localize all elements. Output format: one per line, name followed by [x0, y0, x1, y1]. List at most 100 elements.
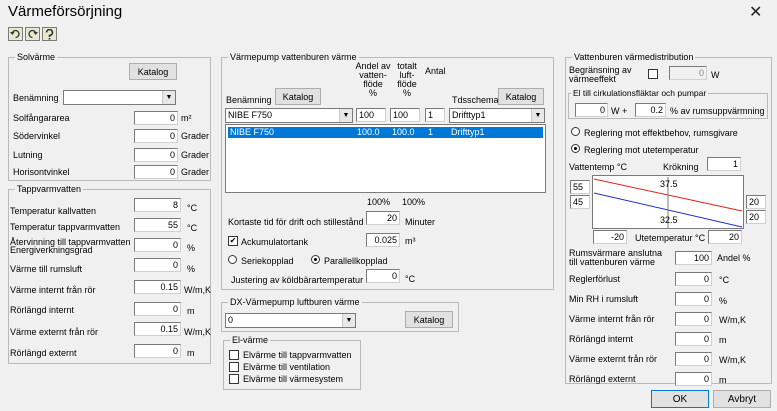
recovery-input[interactable]: 0 — [134, 238, 181, 252]
dx-select-value: 0 — [228, 315, 234, 325]
cold-water-input[interactable]: 8 — [134, 198, 181, 212]
reg-outdoor-label: Reglering mot utetemperatur — [584, 145, 699, 155]
heatpump-list[interactable]: NIBE F750 100.0 100.0 1 Drifttyp1 — [225, 124, 546, 193]
pipe-int-heat-label: Värme internt från rör — [10, 285, 96, 295]
water-share-header: Andel av vatten- flöde % — [355, 62, 391, 98]
water-share-input[interactable]: 100 — [356, 108, 386, 122]
dist-pipe-int-length-input[interactable]: 0 — [675, 332, 712, 346]
limit-checkbox[interactable] — [648, 69, 658, 79]
ok-button[interactable]: OK — [651, 390, 709, 408]
limit-label-line2: värmeeffekt — [569, 74, 616, 84]
kink-input[interactable]: 1 — [707, 157, 741, 171]
solar-catalog-button[interactable]: Katalog — [129, 63, 177, 80]
adjust-input[interactable]: 0 — [366, 269, 400, 283]
pipe-ext-length-input[interactable]: 0 — [134, 344, 181, 358]
circ-w-input[interactable]: 0 — [575, 103, 608, 117]
solar-south-input[interactable]: 0 — [134, 129, 178, 143]
dist-pipe-int-heat-unit: W/m,K — [719, 315, 746, 325]
pipe-int-length-input[interactable]: 0 — [134, 302, 181, 316]
radiator-label-line2: till vattenburen värme — [569, 257, 656, 267]
dx-catalog-button[interactable]: Katalog — [405, 311, 453, 328]
solar-name-select[interactable]: ▼ — [63, 90, 176, 105]
short-time-label: Kortaste tid för drift och stillestånd — [228, 217, 364, 227]
heatpump-catalog-button[interactable]: Katalog — [275, 88, 321, 105]
dist-pipe-ext-heat-input[interactable]: 0 — [675, 352, 712, 366]
heatpump-name-select[interactable]: NIBE F750 ▼ — [225, 108, 353, 123]
close-icon[interactable]: ✕ — [749, 2, 762, 22]
short-time-unit: Minuter — [405, 217, 436, 227]
solar-area-input[interactable]: 0 — [134, 111, 178, 125]
outdoor-min-input[interactable]: -20 — [593, 230, 627, 244]
undo-icon[interactable] — [8, 27, 23, 41]
electric-title: El-värme — [230, 335, 271, 345]
reg-loss-input[interactable]: 0 — [675, 272, 712, 286]
hot-water-label: Temperatur tappvarmvatten — [10, 222, 121, 232]
tank-input[interactable]: 0.025 — [366, 233, 400, 247]
solar-area-unit: m² — [181, 113, 192, 123]
heat-to-air-input[interactable]: 0 — [134, 258, 181, 272]
limit-unit: W — [711, 70, 720, 80]
pipe-ext-heat-label: Värme externt från rör — [10, 327, 99, 337]
solar-title: Solvärme — [15, 52, 58, 62]
return-mid-label: 32.5 — [660, 215, 678, 225]
air-share-header-line4: % — [402, 88, 411, 98]
electric-heating-checkbox[interactable] — [229, 374, 239, 384]
supply-max-input[interactable]: 55 — [570, 180, 590, 194]
help-icon[interactable] — [42, 27, 57, 41]
hot-water-input[interactable]: 55 — [134, 218, 181, 232]
serial-label: Seriekopplad — [241, 256, 294, 266]
dist-pipe-int-length-label: Rörlängd internt — [569, 334, 634, 344]
air-share-input[interactable]: 100 — [390, 108, 420, 122]
outdoor-max-input[interactable]: 20 — [708, 230, 742, 244]
water-share-header-line4: % — [368, 88, 377, 98]
dist-pipe-ext-length-input[interactable]: 0 — [675, 372, 712, 386]
serial-radio[interactable] — [228, 255, 237, 264]
radiator-input[interactable]: 100 — [675, 251, 712, 265]
parallel-label: Parallellkopplad — [324, 256, 388, 266]
electric-tapwater-checkbox[interactable] — [229, 350, 239, 360]
solar-horizon-input[interactable]: 0 — [134, 165, 178, 179]
circ-pct-input[interactable]: 0.2 — [635, 103, 666, 117]
dist-pipe-int-heat-input[interactable]: 0 — [675, 312, 712, 326]
heatpump-name-header: Benämning — [226, 95, 272, 105]
list-item-schedule: Drifttyp1 — [451, 127, 485, 137]
dist-pipe-ext-length-unit: m — [719, 375, 727, 385]
pipe-ext-length-label: Rörlängd externt — [10, 348, 77, 358]
reg-effect-radio[interactable] — [571, 127, 580, 136]
pipe-ext-heat-input[interactable]: 0.15 — [134, 322, 181, 336]
list-item[interactable]: NIBE F750 100.0 100.0 1 Drifttyp1 — [228, 127, 543, 138]
count-header: Antal — [425, 66, 446, 76]
reg-outdoor-radio[interactable] — [571, 144, 580, 153]
return-max-input[interactable]: 45 — [570, 195, 590, 209]
schedule-select[interactable]: Drifttyp1 ▼ — [449, 108, 545, 123]
water-temp-label: Vattentemp °C — [569, 162, 627, 172]
air-share-sum: 100% — [402, 197, 426, 207]
circ-w-unit: W + — [611, 106, 628, 116]
solar-tilt-input[interactable]: 0 — [134, 148, 178, 162]
parallel-radio[interactable] — [311, 255, 320, 264]
limit-input[interactable]: 0 — [669, 66, 707, 80]
dx-select[interactable]: 0 ▼ — [225, 313, 356, 328]
return-min-input[interactable]: 20 — [746, 210, 766, 224]
list-item-air: 100.0 — [392, 127, 415, 137]
chevron-down-icon: ▼ — [162, 91, 175, 104]
redo-icon[interactable] — [25, 27, 40, 41]
count-input[interactable]: 1 — [425, 108, 445, 122]
dist-pipe-int-heat-label: Värme internt från rör — [569, 314, 655, 324]
supply-min-input[interactable]: 20 — [746, 195, 766, 209]
tank-checkbox[interactable]: ✔ — [228, 236, 238, 246]
heatpump-catalog2-button[interactable]: Katalog — [498, 88, 544, 105]
cancel-button[interactable]: Avbryt — [713, 390, 771, 408]
electric-ventilation-checkbox[interactable] — [229, 362, 239, 372]
circ-title: El till cirkulationsfläktar och pumpar — [571, 88, 709, 98]
pipe-int-heat-input[interactable]: 0.15 — [134, 280, 181, 294]
pipe-int-heat-unit: W/m,K — [184, 285, 211, 295]
pipe-int-length-unit: m — [187, 306, 195, 316]
circ-pct-unit: % av rumsuppvärmning — [670, 106, 765, 116]
outdoor-label: Utetemperatur °C — [635, 233, 706, 243]
short-time-input[interactable]: 20 — [366, 211, 400, 225]
solar-horizon-label: Horisontvinkel — [13, 167, 70, 177]
heatpump-title: Värmepump vattenburen värme — [228, 52, 359, 62]
min-rh-input[interactable]: 0 — [675, 292, 712, 306]
min-rh-label: Min RH i rumsluft — [569, 294, 639, 304]
